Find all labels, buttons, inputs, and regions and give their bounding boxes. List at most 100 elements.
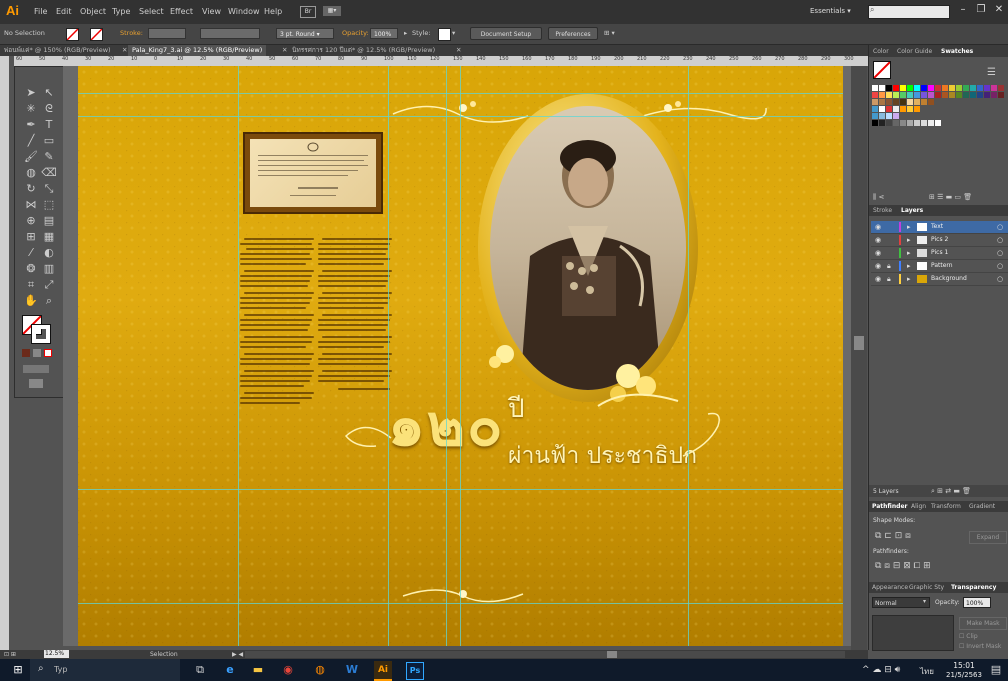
direct-selection-tool-icon[interactable]: ↖ (41, 85, 57, 101)
menu-edit[interactable]: Edit (56, 7, 72, 16)
clock-time[interactable]: 15:01 (944, 661, 984, 670)
target-icon[interactable]: ○ (997, 249, 1003, 257)
input-language[interactable]: ไทย (920, 665, 934, 678)
guide-horizontal[interactable] (78, 489, 843, 490)
opacity-label[interactable]: Opacity: (342, 29, 369, 37)
tab-layers[interactable]: Layers (901, 207, 923, 214)
notifications-icon[interactable]: ▤ (988, 662, 1004, 678)
draw-mode-icon[interactable] (23, 365, 49, 373)
lock-icon[interactable]: 🔒︎ (887, 275, 891, 284)
expand-arrow-icon[interactable]: ▸ (907, 262, 911, 270)
rotate-tool-icon[interactable]: ↻ (23, 181, 39, 197)
windows-start-icon[interactable]: ⊞ (10, 662, 26, 678)
menu-select[interactable]: Select (139, 7, 164, 16)
shape-builder-tool-icon[interactable]: ⊕ (23, 213, 39, 229)
menu-object[interactable]: Object (80, 7, 106, 16)
blend-mode-select[interactable]: Normal (872, 597, 930, 608)
color-mode-icon[interactable] (22, 349, 30, 357)
layer-row-pics-1[interactable]: ◉ ▸ Pics 1 ○ (871, 247, 1008, 260)
stroke-color-icon[interactable] (31, 324, 51, 344)
zoom-tool-icon[interactable]: ⌕ (41, 293, 57, 309)
status-arrows-icon[interactable]: ▶ ◀ (232, 651, 243, 658)
photoshop-taskbar-icon[interactable]: Ps (406, 662, 424, 680)
task-view-icon[interactable]: ⧉ (192, 662, 208, 678)
clock-date[interactable]: 21/5/2563 (944, 671, 984, 679)
guide-horizontal[interactable] (78, 116, 843, 117)
shape-mode-icons[interactable]: ⧉ ⊏ ⊡ ⧈ (875, 531, 911, 541)
symbol-sprayer-tool-icon[interactable]: ❂ (23, 261, 39, 277)
guide-vertical[interactable] (460, 66, 461, 646)
search-input[interactable] (868, 5, 950, 19)
menu-view[interactable]: View (202, 7, 221, 16)
scale-tool-icon[interactable]: ⤡ (41, 181, 57, 197)
mask-thumbnail[interactable] (872, 615, 954, 651)
layer-name[interactable]: Pics 1 (931, 249, 948, 256)
workspace-switcher[interactable]: Essentials ▾ (810, 7, 851, 15)
screen-mode-icon[interactable] (29, 379, 43, 388)
layer-actions-icons[interactable]: ⌕ ⊞ ⇄ ▬ 🗑 (931, 487, 971, 496)
target-icon[interactable]: ○ (997, 275, 1003, 283)
type-tool-icon[interactable]: T (41, 117, 57, 133)
scrollbar-thumb[interactable] (854, 336, 864, 350)
layer-row-text[interactable]: ◉ ▸ Text ○ (871, 221, 1008, 234)
layer-name[interactable]: Background (931, 275, 967, 282)
layer-row-pics-2[interactable]: ◉ ▸ Pics 2 ○ (871, 234, 1008, 247)
hand-tool-icon[interactable]: ✋ (23, 293, 39, 309)
width-tool-icon[interactable]: ⋈ (23, 197, 39, 213)
swatches-grid[interactable] (872, 85, 1007, 145)
tab-document-2[interactable]: Pala_King7_3.ai @ 12.5% (RGB/Preview) (128, 45, 267, 56)
tab-pathfinder[interactable]: Pathfinder (872, 503, 907, 510)
tab-document-3[interactable]: นิทรรศการ 120 ปีแต่* @ 12.5% (RGB/Previe… (288, 45, 439, 56)
headline-subtitle[interactable]: ผ่านฟ้า ประชาธิปก (508, 438, 697, 474)
eye-icon[interactable]: ◉ (875, 223, 881, 231)
tab-document-1[interactable]: พ่อนพ์แค่* @ 150% (RGB/Preview) (0, 45, 115, 56)
column-graph-tool-icon[interactable]: ▥ (41, 261, 57, 277)
vertical-ruler[interactable] (0, 56, 9, 650)
artboard-tool-icon[interactable]: ⌗ (23, 277, 39, 293)
fill-swatch[interactable] (66, 28, 79, 41)
blend-mode-dropdown-icon[interactable]: ▾ (923, 598, 926, 605)
tab-stroke[interactable]: Stroke (873, 207, 892, 214)
target-icon[interactable]: ○ (997, 236, 1003, 244)
tab-gradient[interactable]: Gradient (969, 503, 995, 510)
clip-checkbox[interactable]: ☐ Clip (959, 633, 978, 640)
guide-vertical[interactable] (388, 66, 389, 646)
bridge-button[interactable]: Br (300, 6, 316, 18)
swatch-fill-stroke-icon[interactable] (873, 61, 891, 79)
zoom-input[interactable]: 12.5% (44, 650, 69, 658)
pathfinder-icons[interactable]: ⧉ ⧈ ⊟ ⊠ ⧠ ⊞ (875, 561, 931, 571)
make-mask-button[interactable]: Make Mask (959, 617, 1007, 630)
document-setup-button[interactable]: Document Setup (470, 27, 542, 40)
gradient-mode-icon[interactable] (33, 349, 41, 357)
gradient-tool-icon[interactable]: ▦ (41, 229, 57, 245)
file-explorer-icon[interactable]: ▬ (250, 662, 266, 678)
stroke-swatch[interactable] (90, 28, 103, 41)
none-mode-icon[interactable] (44, 349, 52, 357)
tab-close-icon[interactable]: ✕ (452, 45, 465, 56)
status-tool[interactable]: Selection (150, 651, 178, 658)
tab-color[interactable]: Color (873, 48, 889, 55)
transparency-opacity-input[interactable]: 100% (963, 597, 991, 608)
stroke-weight-input[interactable] (148, 28, 186, 39)
edge-icon[interactable]: e (222, 662, 238, 678)
chrome-icon[interactable]: ◉ (280, 662, 296, 678)
guide-vertical[interactable] (446, 66, 447, 646)
word-icon[interactable]: W (344, 662, 360, 678)
illustrator-taskbar-icon[interactable]: Ai (374, 661, 392, 681)
expand-arrow-icon[interactable]: ▸ (907, 236, 911, 244)
brush-definition[interactable]: 3 pt. Round ▾ (276, 28, 334, 39)
menu-window[interactable]: Window (228, 7, 260, 16)
expand-arrow-icon[interactable]: ▸ (907, 275, 911, 283)
opacity-arrow-icon[interactable]: ▸ (404, 29, 407, 37)
menu-help[interactable]: Help (264, 7, 282, 16)
list-view-icon[interactable]: ☰ (987, 67, 996, 78)
menu-type[interactable]: Type (112, 7, 130, 16)
arrange-icon[interactable]: ⊞ ▾ (604, 29, 615, 37)
eyedropper-tool-icon[interactable]: ⁄ (23, 245, 39, 261)
blend-tool-icon[interactable]: ◐ (41, 245, 57, 261)
free-transform-tool-icon[interactable]: ⬚ (41, 197, 57, 213)
menu-file[interactable]: File (34, 7, 47, 16)
target-icon[interactable]: ○ (997, 223, 1003, 231)
eye-icon[interactable]: ◉ (875, 275, 881, 283)
text-column-left[interactable] (240, 238, 315, 418)
